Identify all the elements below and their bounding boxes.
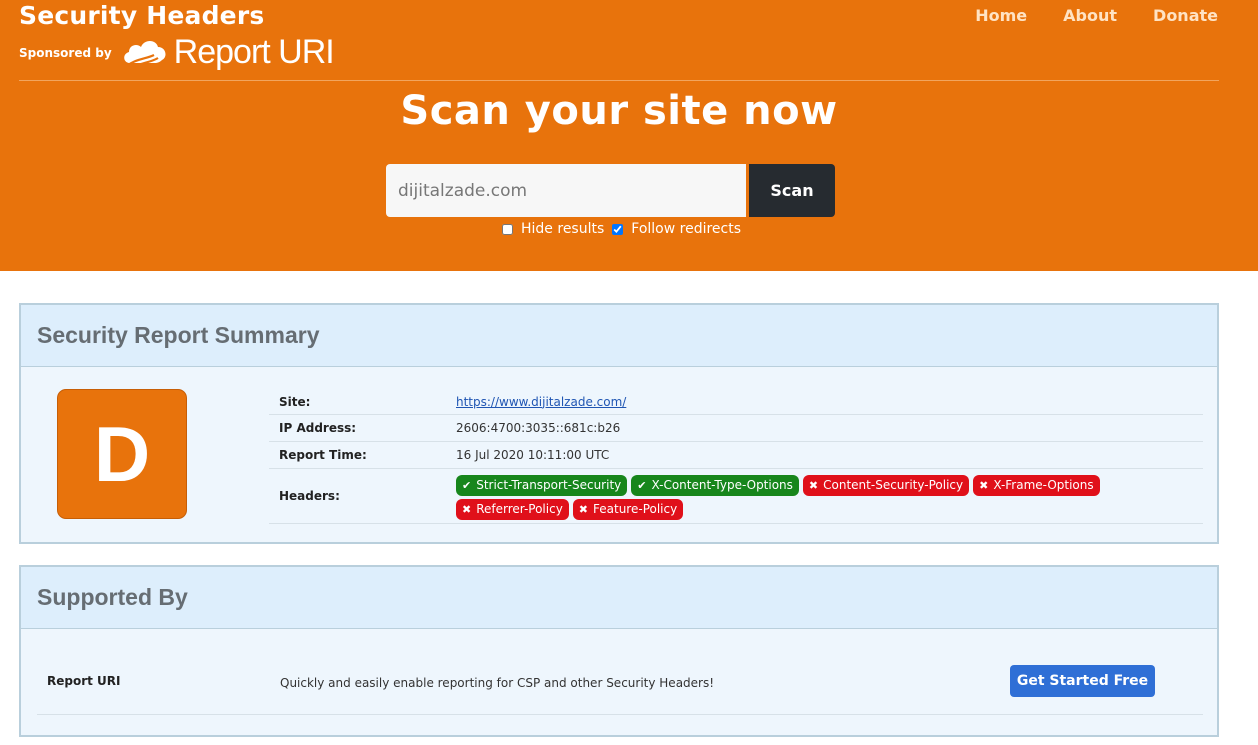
- header-badge-label: Referrer-Policy: [476, 502, 563, 516]
- follow-redirects-label: Follow redirects: [631, 221, 742, 237]
- hero-divider: [19, 80, 1219, 81]
- supported-by-panel: Supported By Report URI Quickly and easi…: [19, 565, 1219, 737]
- site-url-input[interactable]: [386, 164, 746, 217]
- cross-icon: ✖: [808, 478, 819, 492]
- header-badge[interactable]: ✖ Feature-Policy: [572, 498, 684, 520]
- report-time-label: Report Time:: [279, 448, 367, 462]
- nav-home[interactable]: Home: [975, 6, 1027, 25]
- headers-label: Headers:: [279, 489, 340, 503]
- supported-header: Supported By: [21, 567, 1217, 629]
- hide-results-option[interactable]: Hide results: [502, 221, 604, 237]
- check-icon: ✔: [462, 478, 472, 492]
- ip-row: IP Address: 2606:4700:3035::681c:b26: [269, 415, 1203, 442]
- hide-results-label: Hide results: [521, 221, 605, 237]
- site-row: Site: https://www.dijitalzade.com/: [269, 389, 1203, 415]
- header-badge[interactable]: ✖ X-Frame-Options: [973, 474, 1100, 496]
- cloud-logo-icon: [123, 41, 166, 70]
- header-badge[interactable]: ✖ Content-Security-Policy: [802, 474, 970, 496]
- top-nav: Home About Donate: [975, 6, 1218, 25]
- site-link[interactable]: https://www.dijitalzade.com/: [456, 395, 626, 409]
- header-badge-label: Feature-Policy: [593, 502, 678, 516]
- security-report-summary-panel: Security Report Summary D Site: https://…: [19, 303, 1219, 544]
- scan-options: Hide results Follow redirects: [502, 221, 749, 237]
- header-badge-label: Strict-Transport-Security: [476, 478, 622, 492]
- supported-title: Supported By: [37, 584, 188, 610]
- header-badge[interactable]: ✔ X-Content-Type-Options: [631, 474, 799, 496]
- nav-about[interactable]: About: [1063, 6, 1117, 25]
- supporter-row: Report URI Quickly and easily enable rep…: [37, 629, 1203, 715]
- supporter-description: Quickly and easily enable reporting for …: [280, 676, 715, 690]
- header-badge-label: Content-Security-Policy: [823, 478, 964, 492]
- sponsor-line[interactable]: Sponsored by Report URI: [19, 32, 335, 72]
- header-badges: ✔ Strict-Transport-Security ✔ X-Content-Ty…: [456, 473, 1146, 520]
- header-badge[interactable]: ✔ Strict-Transport-Security: [456, 474, 628, 496]
- hero-banner: Security Headers Sponsored by Report URI…: [0, 0, 1258, 271]
- scan-headline: Scan your site now: [400, 88, 838, 134]
- report-time-row: Report Time: 16 Jul 2020 10:11:00 UTC: [269, 442, 1203, 469]
- header-badge[interactable]: ✖ Referrer-Policy: [456, 498, 569, 520]
- report-table: Site: https://www.dijitalzade.com/ IP Ad…: [269, 389, 1203, 524]
- cross-icon: ✖: [979, 478, 989, 492]
- follow-redirects-checkbox[interactable]: [612, 223, 624, 235]
- ip-label: IP Address:: [279, 421, 357, 435]
- headers-row: Headers: ✔ Strict-Transport-Security ✔ X-C…: [269, 469, 1203, 524]
- grade-badge: D: [57, 389, 187, 519]
- header-badge-label: X-Content-Type-Options: [651, 478, 793, 492]
- summary-header: Security Report Summary: [21, 305, 1217, 367]
- cross-icon: ✖: [578, 502, 589, 516]
- get-started-button[interactable]: Get Started Free: [1010, 665, 1155, 697]
- nav-donate[interactable]: Donate: [1153, 6, 1218, 25]
- header-badge-label: X-Frame-Options: [993, 478, 1094, 492]
- follow-redirects-option[interactable]: Follow redirects: [612, 221, 741, 237]
- summary-title: Security Report Summary: [37, 322, 320, 348]
- brand-title[interactable]: Security Headers: [19, 1, 264, 30]
- ip-value: 2606:4700:3035::681c:b26: [456, 421, 621, 435]
- cross-icon: ✖: [462, 502, 472, 516]
- hide-results-checkbox[interactable]: [502, 223, 513, 235]
- report-uri-logo-text: Report URI: [173, 32, 335, 71]
- sponsored-by-label: Sponsored by: [19, 46, 112, 60]
- report-time-value: 16 Jul 2020 10:11:00 UTC: [456, 448, 610, 462]
- check-icon: ✔: [637, 478, 647, 492]
- site-label: Site:: [279, 394, 311, 409]
- supporter-name: Report URI: [47, 674, 121, 688]
- scan-button[interactable]: Scan: [749, 164, 835, 217]
